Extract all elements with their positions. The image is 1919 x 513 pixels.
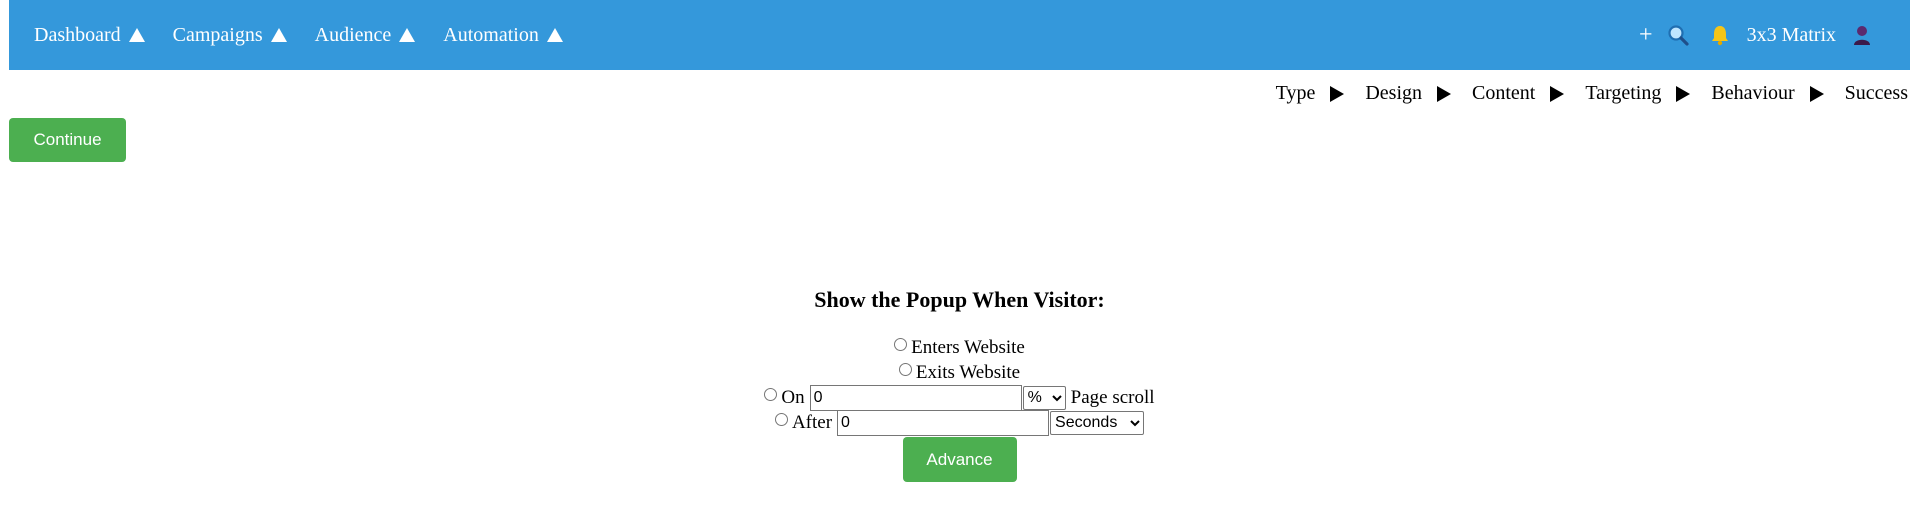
arrow-right-icon [1809,85,1824,102]
search-icon[interactable] [1667,24,1689,46]
step-label: Design [1365,82,1423,104]
step-label: Content [1472,82,1536,104]
scroll-unit-select[interactable]: % [1022,385,1066,410]
trigger-title: Show the Popup When Visitor: [814,287,1105,312]
nav-item-campaigns[interactable]: Campaigns [173,24,287,47]
top-navbar: Dashboard Campaigns Audience Automation … [9,0,1910,70]
option-enters-website: Enters Website [0,335,1919,360]
exits-website-label: Exits Website [915,361,1021,383]
enters-website-label: Enters Website [911,336,1025,358]
option-exits-website: Exits Website [0,360,1919,385]
triangle-up-icon [270,28,287,42]
time-unit-select[interactable]: Seconds [1050,410,1145,435]
after-time-radio[interactable] [774,413,788,426]
step-type[interactable]: Type [1276,82,1366,105]
arrow-right-icon [1330,85,1345,102]
arrow-right-icon [1676,85,1691,102]
step-label: Success [1844,82,1908,104]
arrow-right-icon [1550,85,1565,102]
nav-item-audience[interactable]: Audience [315,24,416,47]
step-label: Type [1275,82,1316,104]
on-label: On [781,386,805,408]
bell-icon[interactable] [1709,24,1731,46]
step-design[interactable]: Design [1365,82,1472,105]
nav-actions: + 3x3 Matrix [1639,23,1910,47]
triangle-up-icon [546,28,563,42]
page: Dashboard Campaigns Audience Automation … [0,0,1919,513]
after-label: After [791,411,833,433]
nav-item-label: Automation [443,23,539,46]
step-targeting[interactable]: Targeting [1585,82,1711,105]
advance-button[interactable]: Advance [902,437,1017,482]
arrow-right-icon [1437,85,1452,102]
triangle-up-icon [399,28,416,42]
wizard-steps: Type Design Content Targeting Behaviour … [1276,82,1908,105]
nav-item-automation[interactable]: Automation [443,24,563,47]
nav-item-label: Audience [314,23,392,46]
time-amount-input[interactable] [837,409,1050,436]
page-scroll-label: Page scroll [1070,386,1155,408]
step-content[interactable]: Content [1472,82,1585,105]
plus-icon[interactable]: + [1639,23,1653,47]
continue-button[interactable]: Continue [9,118,126,162]
advance-wrap: Advance [0,437,1919,482]
step-label: Behaviour [1711,82,1795,104]
nav-item-dashboard[interactable]: Dashboard [34,24,145,47]
nav-item-label: Dashboard [34,23,121,46]
trigger-form: Show the Popup When Visitor: Enters Webs… [0,285,1919,482]
option-page-scroll: On % Page scroll [0,384,1919,411]
option-after-time: After Seconds [0,409,1919,436]
enters-website-radio[interactable] [894,338,908,351]
step-behaviour[interactable]: Behaviour [1711,82,1844,105]
step-success[interactable]: Success [1845,82,1908,105]
user-icon[interactable] [1852,24,1872,46]
exits-website-radio[interactable] [898,363,912,376]
scroll-amount-input[interactable] [809,384,1022,411]
page-scroll-radio[interactable] [764,388,778,401]
step-label: Targeting [1585,82,1662,104]
nav-item-label: Campaigns [172,23,263,46]
nav-menu: Dashboard Campaigns Audience Automation [9,24,591,47]
triangle-up-icon [128,28,145,42]
account-name[interactable]: 3x3 Matrix [1747,24,1836,47]
